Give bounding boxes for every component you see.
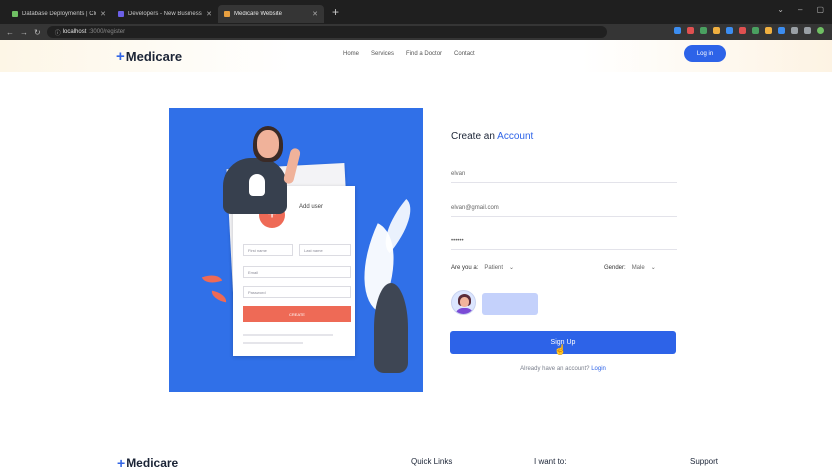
- login-link[interactable]: Login: [591, 366, 606, 372]
- tab-title: Database Deployments | Cloud: [22, 11, 96, 17]
- minimize-icon[interactable]: –: [798, 5, 802, 14]
- avatar-body: [455, 308, 474, 314]
- role-select-row: Are you a: Patient ⌄: [451, 264, 514, 272]
- footer-quick-links-heading: Quick Links: [411, 457, 453, 466]
- maximize-icon[interactable]: ▢: [816, 5, 824, 14]
- name-input[interactable]: elvan: [451, 165, 677, 183]
- plus-icon: +: [117, 455, 126, 471]
- email-input[interactable]: elvan@gmail.com: [451, 199, 677, 217]
- close-icon[interactable]: ✕: [206, 10, 212, 18]
- role-select[interactable]: Patient: [484, 265, 503, 271]
- nav-link-home[interactable]: Home: [343, 51, 359, 57]
- leaf-decoration: [201, 271, 223, 287]
- chevron-down-icon[interactable]: ⌄: [777, 5, 784, 14]
- email-value: elvan@gmail.com: [451, 204, 499, 211]
- close-icon[interactable]: ✕: [100, 10, 106, 18]
- extension-icon[interactable]: [726, 27, 733, 34]
- extension-icon[interactable]: [765, 27, 772, 34]
- nav-link-contact[interactable]: Contact: [454, 51, 475, 57]
- extension-icon[interactable]: [739, 27, 746, 34]
- extension-icon[interactable]: [752, 27, 759, 34]
- extension-icon[interactable]: [687, 27, 694, 34]
- address-path: :3000/register: [88, 29, 126, 35]
- back-arrow-icon[interactable]: ←: [6, 28, 14, 37]
- avatar-preview: [451, 290, 476, 315]
- footer-support-heading: Support: [690, 457, 719, 466]
- address-bar[interactable]: ⓘ localhost :3000/register: [46, 26, 607, 38]
- card-title: Add user: [299, 204, 324, 210]
- browser-tab-bar: Database Deployments | Cloud ✕ Developer…: [0, 0, 832, 24]
- login-button[interactable]: Log in: [684, 45, 726, 62]
- first-name-field: First name: [243, 244, 293, 256]
- footer-logo-text: Medicare: [126, 456, 179, 470]
- pointer-cursor-icon: ☝: [554, 345, 567, 356]
- main-nav: Home Services Find a Doctor Contact: [343, 51, 475, 57]
- extension-icons: [674, 27, 824, 34]
- user-badge-icon: [249, 174, 265, 196]
- info-icon[interactable]: ⓘ: [55, 28, 61, 37]
- reload-icon[interactable]: ↻: [34, 28, 41, 37]
- tab-favicon-icon: [12, 11, 18, 17]
- plus-icon: +: [116, 48, 125, 65]
- form-title: Create an Account: [451, 131, 533, 142]
- upload-photo-button[interactable]: [482, 293, 538, 315]
- role-label: Are you a:: [451, 264, 479, 271]
- form-title-text: Create an: [451, 131, 498, 142]
- chevron-down-icon[interactable]: ⌄: [651, 264, 656, 271]
- gender-select-row: Gender: Male ⌄: [604, 264, 656, 272]
- gender-select[interactable]: Male: [632, 265, 645, 271]
- tab-favicon-icon: [118, 11, 124, 17]
- gender-label: Gender:: [604, 264, 626, 271]
- extension-icon[interactable]: [791, 27, 798, 34]
- browser-tab-active[interactable]: Medicare Website ✕: [218, 5, 324, 23]
- extension-icon[interactable]: [778, 27, 785, 34]
- profile-avatar-icon[interactable]: [817, 27, 824, 34]
- extension-icon[interactable]: [804, 27, 811, 34]
- divider: [243, 342, 303, 344]
- close-icon[interactable]: ✕: [312, 10, 318, 18]
- bush-decoration: [374, 283, 408, 373]
- extension-icon[interactable]: [700, 27, 707, 34]
- last-name-field: Last name: [299, 244, 351, 256]
- name-value: elvan: [451, 170, 466, 177]
- extension-icon[interactable]: [713, 27, 720, 34]
- leaf-decoration: [210, 290, 228, 303]
- password-value: ••••••: [451, 237, 464, 244]
- person-face: [257, 130, 279, 158]
- already-account-text: Already have an account? Login: [450, 366, 676, 372]
- create-button: CREATE: [243, 306, 351, 322]
- extension-icon[interactable]: [674, 27, 681, 34]
- nav-link-services[interactable]: Services: [371, 51, 394, 57]
- browser-tab[interactable]: Developers - New Business - St ✕: [112, 5, 218, 23]
- address-host: localhost: [62, 29, 87, 35]
- logo-text: Medicare: [125, 49, 183, 64]
- email-field: Email: [243, 266, 351, 278]
- footer-logo[interactable]: + Medicare: [117, 455, 178, 471]
- window-controls: ⌄ – ▢: [777, 5, 824, 14]
- form-title-accent: Account: [497, 131, 534, 142]
- password-field: Password: [243, 286, 351, 298]
- forward-arrow-icon[interactable]: →: [20, 28, 28, 37]
- password-input[interactable]: ••••••: [451, 232, 677, 250]
- signup-illustration: + Add user First name Last name Email Pa…: [169, 108, 423, 392]
- chevron-down-icon[interactable]: ⌄: [509, 264, 514, 271]
- tab-title: Medicare Website: [234, 11, 282, 17]
- footer-i-want-to-heading: I want to:: [534, 457, 567, 466]
- new-tab-button[interactable]: +: [332, 5, 339, 19]
- already-text: Already have an account?: [520, 366, 592, 372]
- browser-tab[interactable]: Database Deployments | Cloud ✕: [6, 5, 112, 23]
- tab-title: Developers - New Business - St: [128, 11, 202, 17]
- tab-favicon-icon: [224, 11, 230, 17]
- site-logo[interactable]: + Medicare: [116, 48, 182, 65]
- divider: [243, 334, 333, 336]
- nav-link-find-doctor[interactable]: Find a Doctor: [406, 51, 442, 57]
- avatar-face: [460, 297, 469, 307]
